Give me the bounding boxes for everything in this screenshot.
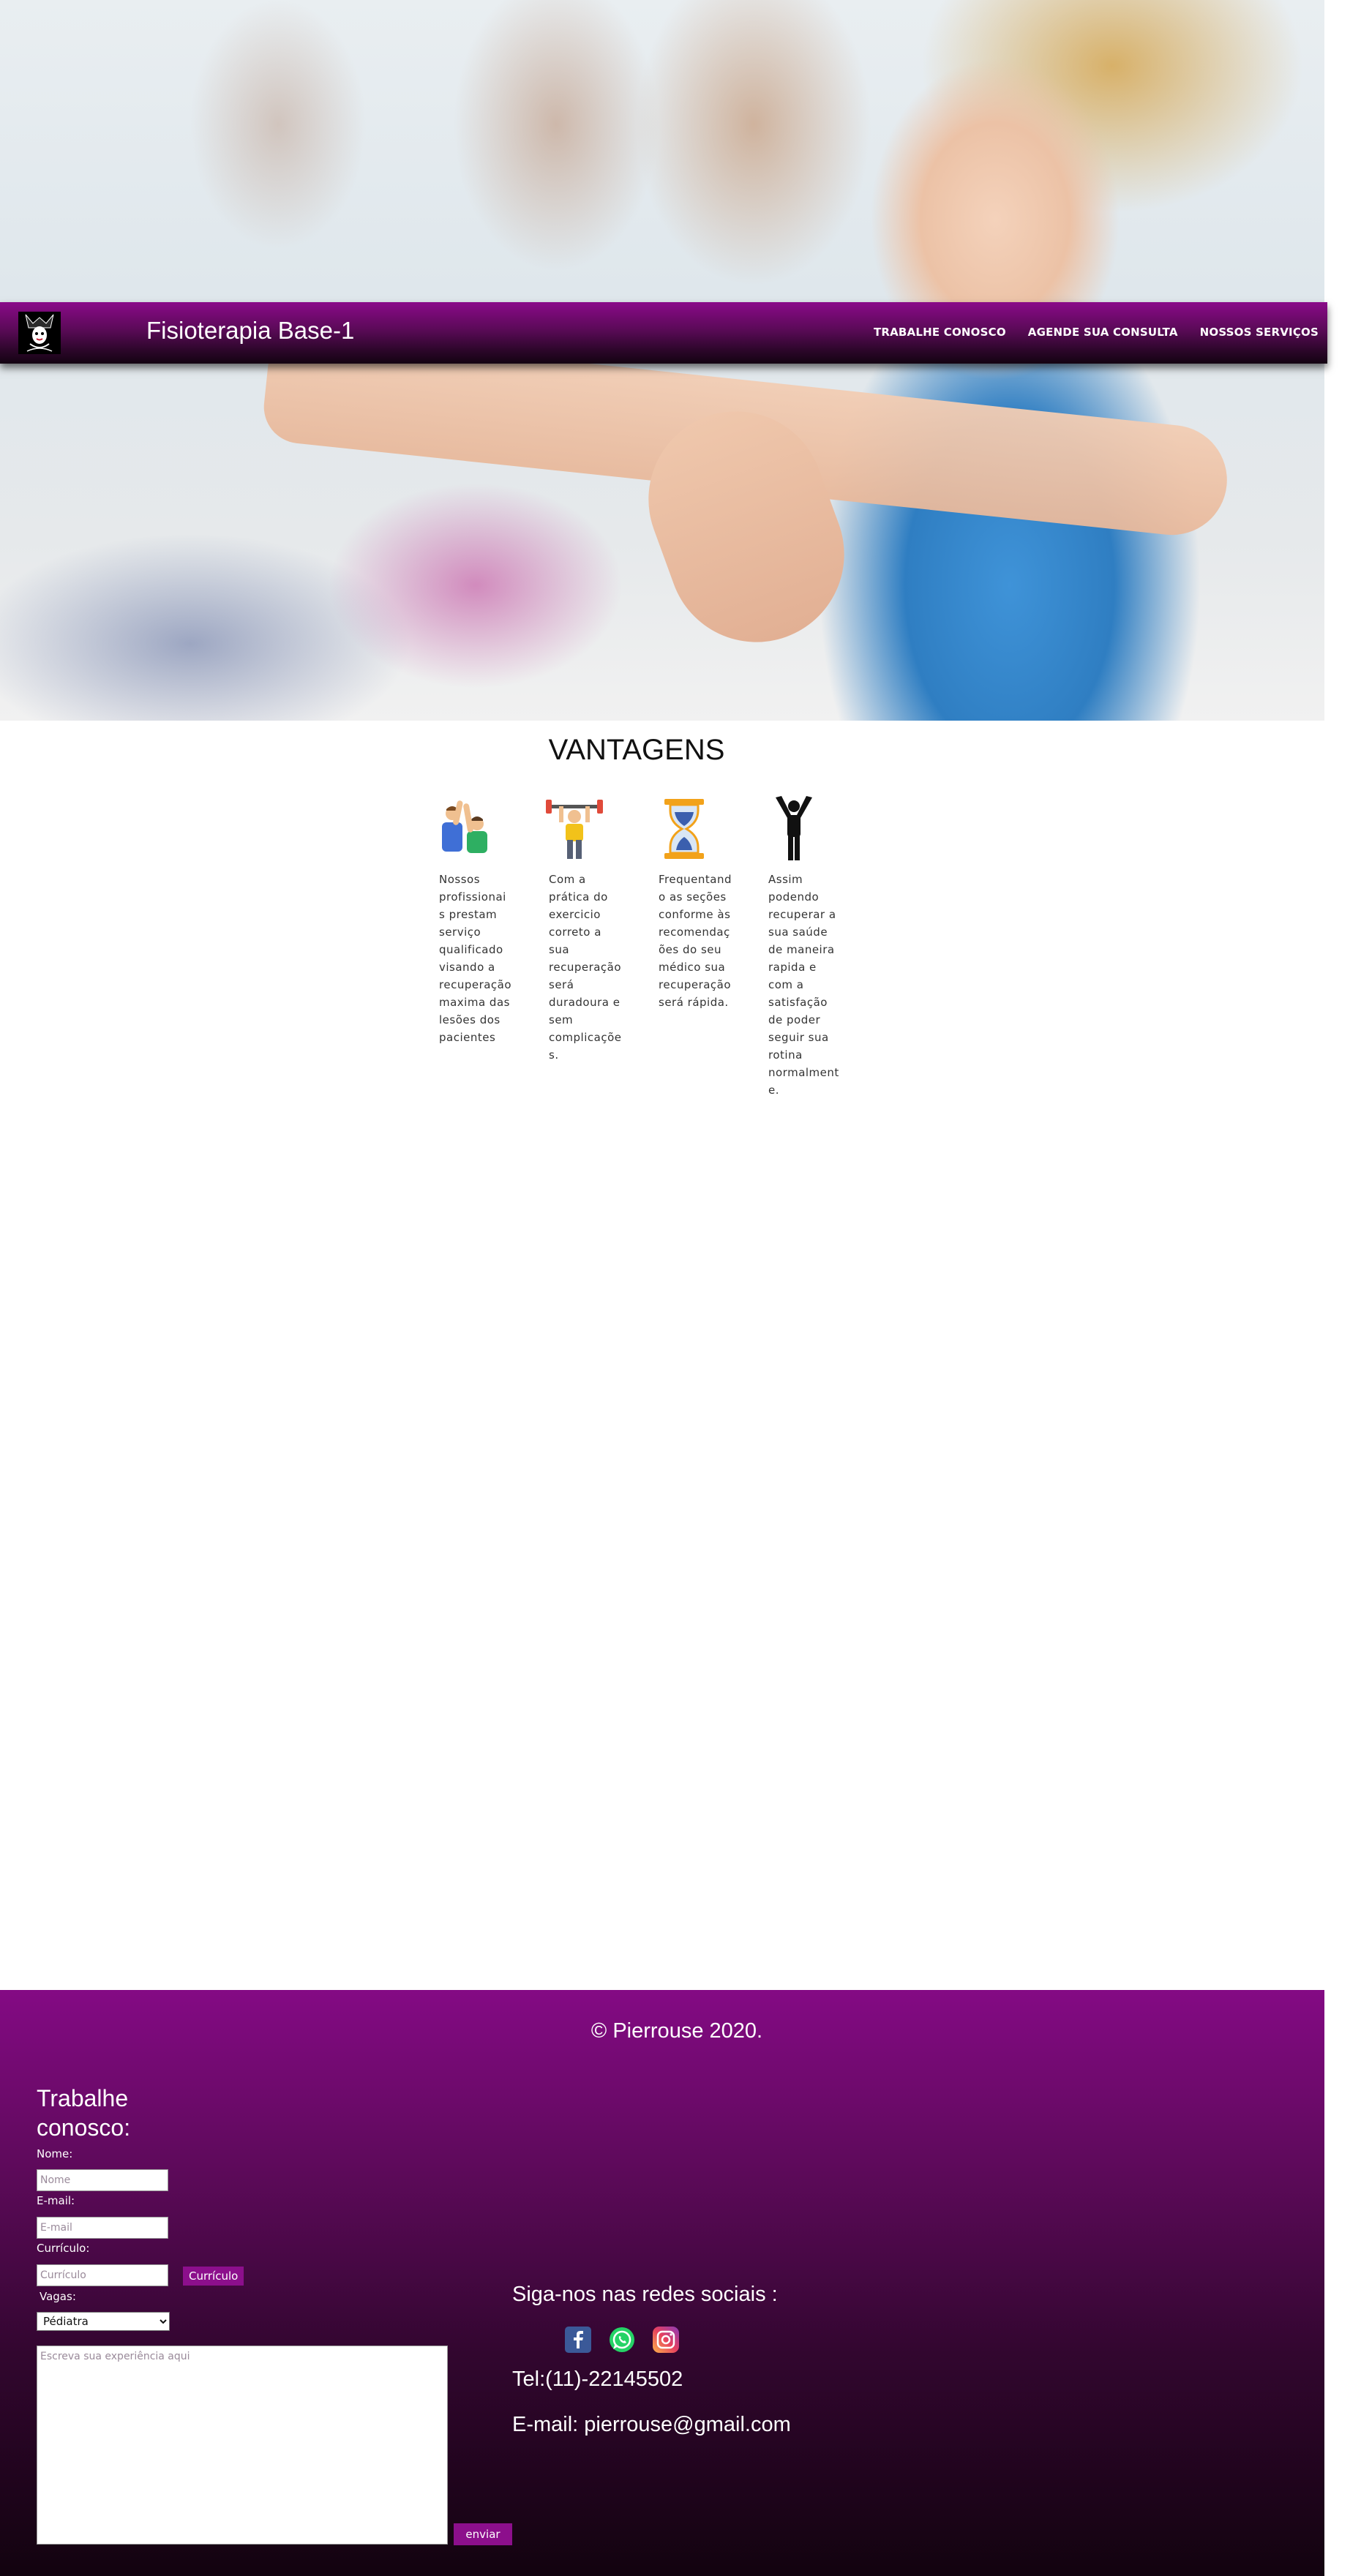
navbar: Fisioterapia Base-1 TRABALHE CONOSCO AGE… xyxy=(0,302,1327,364)
feature-item: Com a prática do exercicio correto a sua… xyxy=(539,796,648,1099)
logo-icon xyxy=(18,312,61,354)
copyright: © Pierrouse 2020. xyxy=(590,2019,763,2043)
facebook-icon[interactable] xyxy=(565,2327,591,2353)
feature-text: Nossos profissionais prestam serviço qua… xyxy=(439,873,512,1044)
cv-label: Currículo: xyxy=(37,2242,90,2255)
cv-upload-button[interactable]: Currículo xyxy=(183,2267,244,2286)
name-label: Nome: xyxy=(37,2147,73,2160)
brand-title: Fisioterapia Base-1 xyxy=(146,317,355,344)
email-text: E-mail: pierrouse@gmail.com xyxy=(512,2413,791,2436)
nav-agende-consulta[interactable]: AGENDE SUA CONSULTA xyxy=(1028,326,1178,339)
vagas-label: Vagas: xyxy=(40,2290,76,2303)
social-title: Siga-nos nas redes sociais : xyxy=(512,2283,778,2306)
high-five-icon xyxy=(442,800,487,853)
vagas-select[interactable]: Pédiatra xyxy=(37,2312,170,2331)
hourglass-icon xyxy=(664,799,704,859)
feature-item: Frequentando as seções conforme às recom… xyxy=(648,796,758,1099)
instagram-icon[interactable] xyxy=(653,2327,679,2353)
feature-text: Com a prática do exercicio correto a sua… xyxy=(549,873,622,1062)
cv-input[interactable] xyxy=(37,2264,168,2286)
weightlifter-icon xyxy=(546,800,603,859)
features-list: Nossos profissionais prestam serviço qua… xyxy=(429,796,868,1099)
email-input[interactable] xyxy=(37,2217,168,2239)
form-title: Trabalhe conosco: xyxy=(37,2085,131,2141)
experience-textarea[interactable] xyxy=(37,2346,448,2545)
phone-text: Tel:(11)-22145502 xyxy=(512,2367,683,2391)
email-label: E-mail: xyxy=(37,2194,75,2207)
celebrating-person-icon xyxy=(776,796,812,860)
feature-item: Nossos profissionais prestam serviço qua… xyxy=(429,796,539,1099)
nav-nossos-servicos[interactable]: NOSSOS SERVIÇOS xyxy=(1200,326,1319,339)
logo[interactable] xyxy=(13,307,66,359)
feature-item: Assim podendo recuperar a sua saúde de m… xyxy=(758,796,868,1099)
send-button[interactable]: enviar xyxy=(454,2523,512,2545)
nav-trabalhe-conosco[interactable]: TRABALHE CONOSCO xyxy=(874,326,1006,339)
vantagens-title: VANTAGENS xyxy=(548,734,725,766)
whatsapp-icon[interactable] xyxy=(609,2327,635,2353)
feature-text: Assim podendo recuperar a sua saúde de m… xyxy=(768,873,839,1097)
name-input[interactable] xyxy=(37,2169,168,2191)
nav-links: TRABALHE CONOSCO AGENDE SUA CONSULTA NOS… xyxy=(874,326,1319,339)
social-icons xyxy=(565,2327,679,2353)
feature-text: Frequentando as seções conforme às recom… xyxy=(659,873,732,1009)
